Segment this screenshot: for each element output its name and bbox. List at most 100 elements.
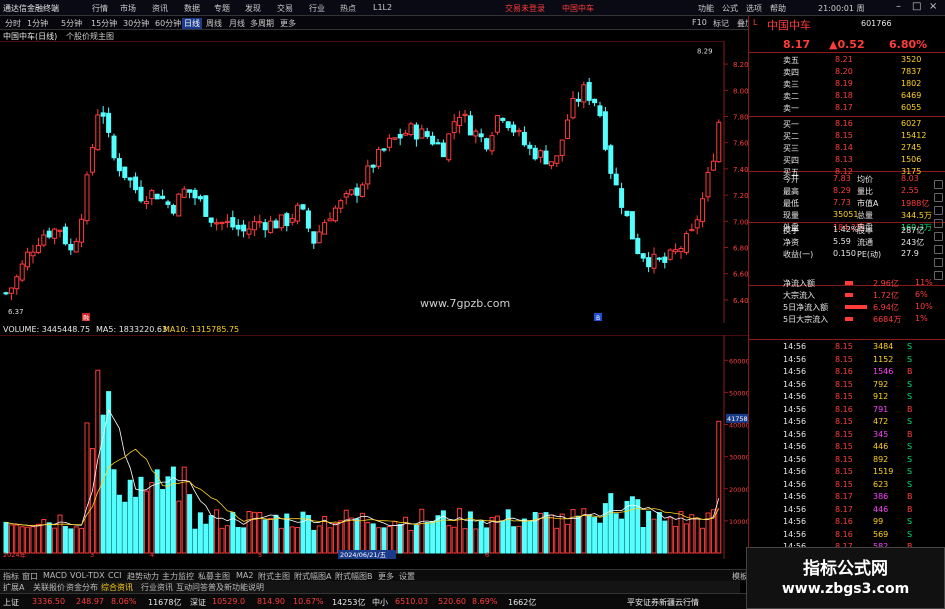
volume-bar[interactable]	[203, 523, 209, 554]
candle-body[interactable]	[187, 189, 193, 193]
info-tab[interactable]: 资金分布	[66, 582, 98, 593]
volume-bar[interactable]	[160, 489, 166, 554]
menu-item[interactable]: 行情	[92, 3, 108, 14]
candle-body[interactable]	[532, 147, 538, 160]
candle-body[interactable]	[705, 171, 711, 198]
period-tab[interactable]: 1分钟	[27, 18, 48, 29]
candle-body[interactable]	[311, 231, 317, 244]
candle-body[interactable]	[305, 210, 311, 229]
volume-bar[interactable]	[505, 509, 511, 554]
candle-body[interactable]	[19, 263, 25, 281]
candle-body[interactable]	[489, 135, 495, 152]
period-tab-active[interactable]: 日线	[182, 18, 202, 29]
candle-body[interactable]	[689, 228, 695, 232]
volume-bar[interactable]	[165, 476, 171, 554]
candle-body[interactable]	[257, 221, 263, 224]
candle-body[interactable]	[575, 98, 581, 102]
candle-body[interactable]	[84, 174, 90, 222]
volume-bar[interactable]	[19, 526, 25, 554]
side-icon[interactable]	[934, 206, 943, 215]
candle-body[interactable]	[214, 222, 220, 225]
ask-volume[interactable]: 1802	[901, 79, 921, 88]
candle-body[interactable]	[386, 137, 392, 148]
ask-volume[interactable]: 6469	[901, 91, 921, 100]
menu-item[interactable]: 市场	[120, 3, 136, 14]
candle-body[interactable]	[143, 201, 149, 205]
side-icon[interactable]	[934, 232, 943, 241]
candle-body[interactable]	[160, 195, 166, 199]
candle-body[interactable]	[8, 287, 14, 294]
volume-bar[interactable]	[62, 526, 68, 554]
candle-body[interactable]	[57, 229, 63, 232]
ask-volume[interactable]: 6055	[901, 103, 921, 112]
menu-item[interactable]: 功能	[698, 3, 714, 14]
volume-bar[interactable]	[602, 503, 608, 554]
candle-body[interactable]	[462, 113, 468, 116]
volume-bar[interactable]	[646, 510, 652, 554]
info-tab[interactable]: 关联报价	[33, 582, 65, 593]
candle-body[interactable]	[505, 121, 511, 129]
candle-body[interactable]	[624, 210, 630, 217]
volume-bar[interactable]	[565, 523, 571, 554]
volume-bar[interactable]	[79, 527, 85, 554]
ask-volume[interactable]: 7837	[901, 67, 921, 76]
candle-body[interactable]	[203, 195, 209, 217]
candle-body[interactable]	[435, 142, 441, 145]
period-tab[interactable]: 15分钟	[91, 18, 117, 29]
volume-bar[interactable]	[592, 517, 598, 554]
volume-bar[interactable]	[430, 520, 436, 554]
maximize-icon[interactable]: □	[912, 1, 921, 12]
volume-bar[interactable]	[289, 526, 295, 554]
volume-bar[interactable]	[694, 517, 700, 554]
volume-bar[interactable]	[3, 521, 9, 554]
volume-bar[interactable]	[214, 509, 220, 554]
volume-bar[interactable]	[127, 479, 133, 554]
candle-body[interactable]	[133, 176, 139, 191]
candle-body[interactable]	[478, 133, 484, 138]
candle-body[interactable]	[559, 139, 565, 156]
volume-bar[interactable]	[511, 526, 517, 554]
candle-body[interactable]	[700, 198, 706, 222]
candle-body[interactable]	[327, 218, 333, 222]
volume-bar[interactable]	[311, 529, 317, 554]
volume-bar[interactable]	[122, 501, 128, 554]
volume-bar[interactable]	[376, 527, 382, 554]
info-tab[interactable]: 行业资讯	[141, 582, 173, 593]
volume-bar[interactable]	[608, 493, 614, 554]
menu-item[interactable]: 发现	[245, 3, 261, 14]
volume-bar[interactable]	[116, 494, 122, 554]
volume-bar[interactable]	[673, 525, 679, 554]
side-icon[interactable]	[934, 180, 943, 189]
candle-body[interactable]	[14, 276, 20, 290]
candle-body[interactable]	[170, 204, 176, 214]
volume-bar[interactable]	[154, 469, 160, 554]
candle-body[interactable]	[30, 251, 36, 257]
side-icon[interactable]	[934, 271, 943, 280]
menu-item[interactable]: 交易	[277, 3, 293, 14]
volume-bar[interactable]	[354, 518, 360, 554]
menu-item[interactable]: 资讯	[152, 3, 168, 14]
volume-bar[interactable]	[570, 509, 576, 554]
volume-bar[interactable]	[559, 513, 565, 554]
candle-body[interactable]	[284, 213, 290, 227]
volume-bar[interactable]	[419, 508, 425, 554]
volume-bar[interactable]	[532, 511, 538, 554]
volume-bar[interactable]	[500, 520, 506, 554]
candle-body[interactable]	[89, 147, 95, 173]
candle-body[interactable]	[278, 214, 284, 229]
info-tab[interactable]: 综合资讯	[101, 582, 133, 593]
volume-bar[interactable]	[386, 525, 392, 554]
candle-body[interactable]	[451, 121, 457, 134]
volume-bar[interactable]	[446, 525, 452, 554]
volume-bar[interactable]	[689, 514, 695, 554]
volume-bar[interactable]	[208, 515, 214, 554]
candle-body[interactable]	[197, 196, 203, 200]
volume-bar[interactable]	[662, 520, 668, 554]
candle-body[interactable]	[716, 121, 722, 163]
volume-bar[interactable]	[349, 517, 355, 554]
candle-body[interactable]	[192, 189, 198, 199]
candle-body[interactable]	[332, 207, 338, 222]
volume-bar[interactable]	[516, 525, 522, 554]
volume-bar[interactable]	[527, 520, 533, 554]
candle-body[interactable]	[73, 240, 79, 253]
